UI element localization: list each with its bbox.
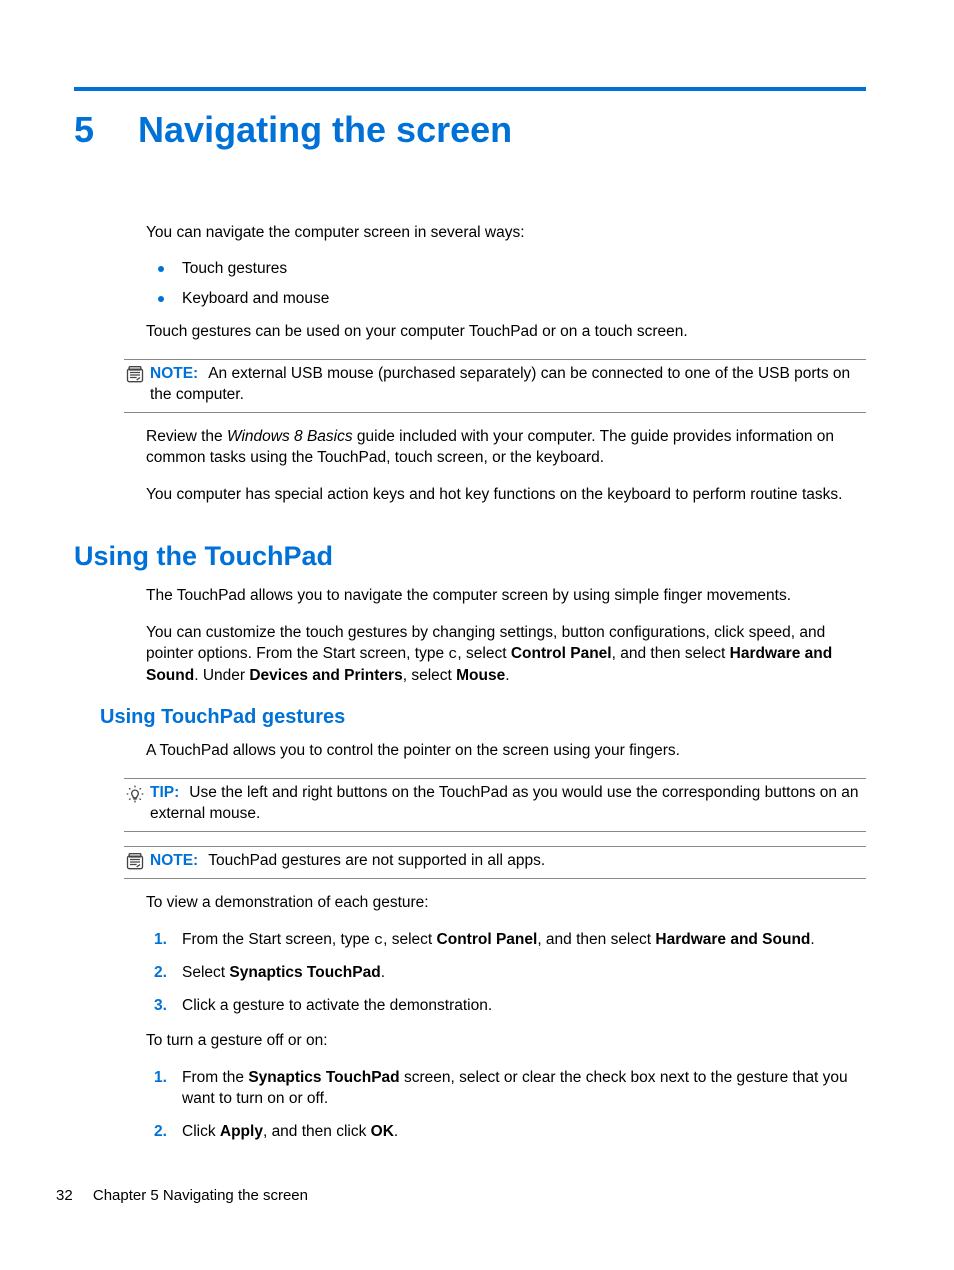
- tip-callout: TIP:Use the left and right buttons on th…: [124, 778, 866, 832]
- tip-text: TIP:Use the left and right buttons on th…: [150, 783, 866, 825]
- demo-lead: To view a demonstration of each gesture:: [146, 893, 866, 914]
- list-item: Select Synaptics TouchPad.: [182, 963, 866, 984]
- note-text: NOTE:An external USB mouse (purchased se…: [150, 364, 866, 406]
- list-item: Touch gestures: [182, 260, 866, 278]
- note-callout: NOTE:An external USB mouse (purchased se…: [124, 359, 866, 413]
- list-item: Click Apply, and then click OK.: [182, 1122, 866, 1143]
- note-text-2: NOTE:TouchPad gestures are not supported…: [150, 851, 545, 872]
- chapter-rule: [74, 87, 866, 91]
- footer-chapter: Chapter 5 Navigating the screen: [93, 1187, 308, 1204]
- chapter-title: Navigating the screen: [138, 109, 512, 151]
- demo-steps: From the Start screen, type c, select Co…: [146, 930, 866, 1017]
- toggle-lead: To turn a gesture off or on:: [146, 1031, 866, 1052]
- list-item: Click a gesture to activate the demonstr…: [182, 996, 866, 1017]
- review-text: Review the Windows 8 Basics guide includ…: [146, 427, 866, 469]
- note-callout-2: NOTE:TouchPad gestures are not supported…: [124, 846, 866, 879]
- intro-text: You can navigate the computer screen in …: [146, 223, 866, 244]
- chapter-number: 5: [74, 109, 94, 151]
- subsection-heading: Using TouchPad gestures: [100, 706, 866, 729]
- toggle-steps: From the Synaptics TouchPad screen, sele…: [146, 1068, 866, 1143]
- chapter-heading: 5 Navigating the screen: [74, 109, 866, 151]
- intro-after: Touch gestures can be used on your compu…: [146, 322, 866, 343]
- page-number: 32: [56, 1187, 73, 1204]
- page-footer: 32 Chapter 5 Navigating the screen: [56, 1187, 308, 1204]
- section-heading: Using the TouchPad: [74, 541, 866, 572]
- hotkeys-text: You computer has special action keys and…: [146, 485, 866, 506]
- list-item: From the Synaptics TouchPad screen, sele…: [182, 1068, 866, 1110]
- note-icon: [124, 851, 146, 872]
- note-icon: [124, 364, 146, 385]
- list-item: From the Start screen, type c, select Co…: [182, 930, 866, 951]
- touchpad-intro: The TouchPad allows you to navigate the …: [146, 586, 866, 607]
- list-item: Keyboard and mouse: [182, 290, 866, 308]
- gestures-intro: A TouchPad allows you to control the poi…: [146, 741, 866, 762]
- touchpad-customize: You can customize the touch gestures by …: [146, 623, 866, 686]
- tip-icon: [124, 783, 146, 804]
- intro-bullets: Touch gestures Keyboard and mouse: [146, 260, 866, 308]
